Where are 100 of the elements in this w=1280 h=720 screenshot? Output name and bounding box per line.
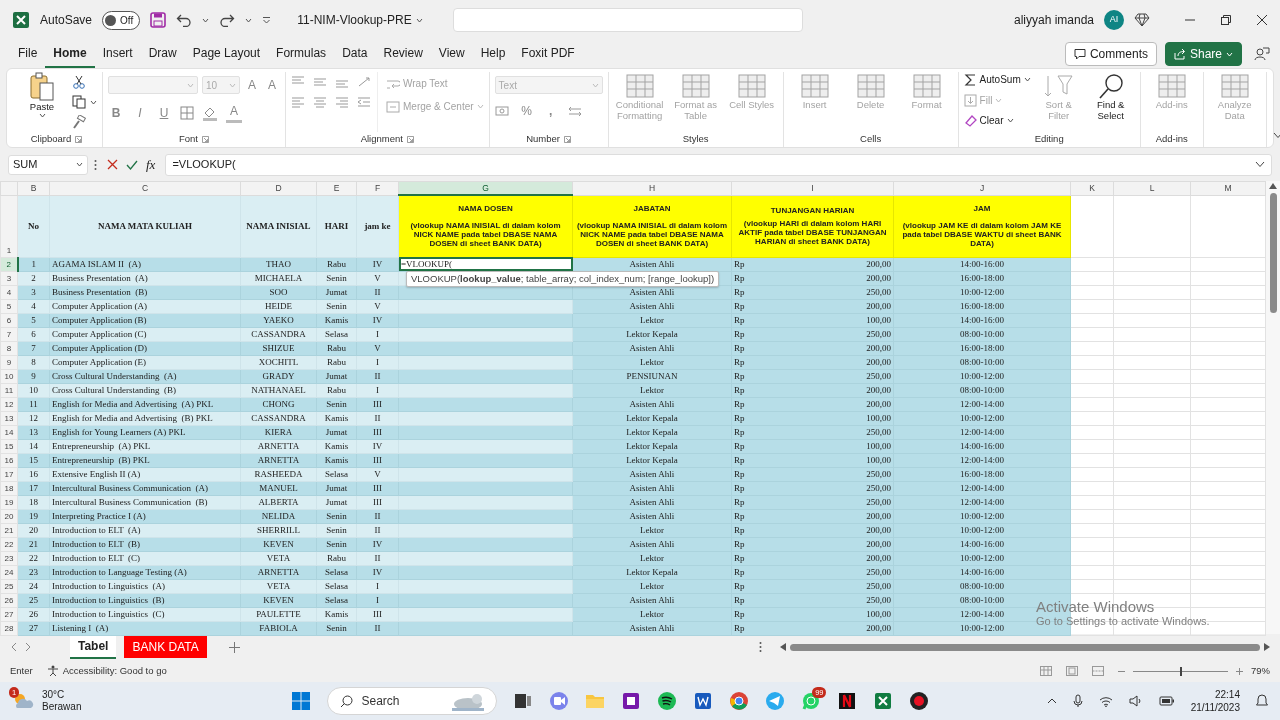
next-sheet-icon[interactable]	[25, 642, 32, 652]
undo-icon[interactable]	[176, 13, 193, 27]
share-button[interactable]: Share	[1164, 42, 1242, 66]
ribbon-tab[interactable]: Data	[334, 40, 376, 68]
task-view-icon[interactable]	[513, 691, 534, 711]
enter-icon[interactable]	[126, 159, 138, 170]
column-header[interactable]: H	[572, 181, 732, 195]
customize-icon[interactable]	[262, 16, 272, 24]
name-box[interactable]: SUM	[8, 154, 88, 175]
clock-date[interactable]: 21/11/2023	[1190, 701, 1240, 714]
ribbon-button[interactable]: Clear	[963, 113, 1031, 128]
caret-icon[interactable]	[245, 17, 253, 23]
file-name[interactable]: 11-NIM-Vlookup-PRE	[297, 11, 423, 29]
ribbon-tab[interactable]: Insert	[94, 40, 141, 68]
collapse-ribbon-icon[interactable]	[1272, 132, 1280, 139]
accessibility-status[interactable]: Accessibility: Good to go	[62, 663, 167, 679]
ribbon-tab[interactable]: Review	[375, 40, 431, 68]
ribbon-button[interactable]: AutoSum	[963, 72, 1031, 87]
decimal-icon[interactable]	[566, 105, 583, 117]
cut-icon[interactable]	[72, 75, 86, 89]
column-header[interactable]: E	[316, 181, 357, 195]
add-sheet-icon[interactable]	[228, 641, 240, 653]
row-header[interactable]: 1	[0, 195, 18, 257]
scrollbar-thumb[interactable]	[1269, 193, 1277, 313]
ribbon-tab[interactable]: File	[10, 40, 46, 68]
microphone-icon[interactable]	[1072, 694, 1083, 708]
ribbon-tab[interactable]: Help	[472, 40, 514, 68]
browser-icon[interactable]	[729, 691, 750, 711]
column-header[interactable]: C	[49, 181, 241, 195]
spreadsheet-app-icon[interactable]	[873, 691, 894, 711]
save-icon[interactable]	[150, 12, 167, 28]
column-header[interactable]: F	[356, 181, 399, 195]
font-name-field[interactable]	[108, 76, 198, 94]
column-header[interactable]: K	[1070, 181, 1114, 195]
music-app-icon[interactable]	[657, 691, 678, 711]
more-icon[interactable]	[759, 641, 762, 653]
caret-icon[interactable]	[1006, 118, 1014, 123]
clock-time[interactable]: 22:14	[1214, 688, 1240, 701]
launcher-icon[interactable]	[202, 136, 209, 143]
expand-icon[interactable]	[1255, 161, 1265, 168]
scrollbar-thumb[interactable]	[790, 643, 1260, 651]
ribbon-tab[interactable]: Draw	[140, 40, 185, 68]
redo-icon[interactable]	[219, 13, 236, 27]
formula-field[interactable]: =VLOOKUP(	[172, 156, 236, 173]
chevron-up-icon[interactable]	[1046, 698, 1057, 704]
document-app-icon[interactable]	[693, 691, 714, 711]
paper-plane-icon[interactable]	[765, 691, 786, 711]
feedback-icon[interactable]	[1254, 46, 1270, 62]
zoom-in-icon[interactable]	[1236, 667, 1243, 675]
battery-icon[interactable]	[1158, 696, 1175, 706]
caret-icon[interactable]	[1023, 77, 1031, 82]
accessibility-icon[interactable]	[46, 665, 59, 677]
ribbon-tab[interactable]: Page Layout	[184, 40, 269, 68]
close-icon[interactable]	[1256, 14, 1268, 26]
grow-font-button[interactable]: A	[244, 76, 260, 94]
format-painter-icon[interactable]	[72, 115, 86, 129]
ribbon-tab[interactable]: Formulas	[268, 40, 335, 68]
zoom-level[interactable]: 79%	[1251, 663, 1270, 679]
autosave-toggle[interactable]: Off	[102, 10, 141, 30]
sheet-tab[interactable]: BANK DATA	[124, 636, 207, 658]
underline-button[interactable]: U	[156, 103, 172, 122]
caret-icon[interactable]	[202, 17, 210, 23]
notifications-icon[interactable]	[1256, 694, 1268, 708]
launcher-icon[interactable]	[75, 136, 83, 143]
bold-button[interactable]: B	[108, 103, 124, 122]
more-icon[interactable]	[94, 158, 97, 171]
italic-button[interactable]: I	[132, 103, 148, 122]
scroll-left-icon[interactable]	[780, 643, 786, 651]
column-header[interactable]: B	[17, 181, 50, 195]
cancel-icon[interactable]	[107, 159, 118, 170]
user-avatar[interactable]: AI	[1104, 10, 1124, 30]
scroll-up-icon[interactable]	[1269, 183, 1277, 189]
caret-icon[interactable]	[76, 162, 83, 167]
wifi-icon[interactable]	[1098, 695, 1113, 707]
shrink-font-button[interactable]: A	[264, 76, 280, 94]
active-cell[interactable]: =VLOOKUP(	[398, 257, 573, 271]
video-chat-icon[interactable]	[549, 691, 570, 711]
ribbon-button[interactable]: Find & Select	[1086, 72, 1135, 132]
ribbon-tab[interactable]: Foxit PDF	[513, 40, 583, 68]
font-color-button[interactable]: A	[226, 102, 242, 123]
ribbon-tab[interactable]: View	[430, 40, 473, 68]
launcher-icon[interactable]	[406, 136, 414, 143]
speaker-icon[interactable]	[1128, 695, 1143, 707]
start-icon[interactable]	[291, 691, 312, 711]
column-header[interactable]: L	[1113, 181, 1191, 195]
column-header[interactable]: M	[1190, 181, 1266, 195]
zoom-slider[interactable]	[1180, 666, 1183, 676]
search-field[interactable]	[452, 8, 803, 32]
caret-icon[interactable]	[38, 112, 46, 118]
column-header[interactable]: J	[893, 181, 1071, 195]
column-header[interactable]: D	[240, 181, 317, 195]
column-header[interactable]: G	[398, 181, 573, 195]
comma-button[interactable]: ,	[542, 102, 559, 120]
column-header[interactable]: I	[731, 181, 894, 195]
launcher-icon[interactable]	[564, 136, 571, 143]
record-icon[interactable]	[909, 691, 930, 711]
sheet-tab[interactable]: Tabel	[70, 635, 117, 659]
scroll-right-icon[interactable]	[1264, 643, 1270, 651]
prev-sheet-icon[interactable]	[10, 642, 17, 652]
paste-button[interactable]: Paste	[16, 72, 68, 132]
